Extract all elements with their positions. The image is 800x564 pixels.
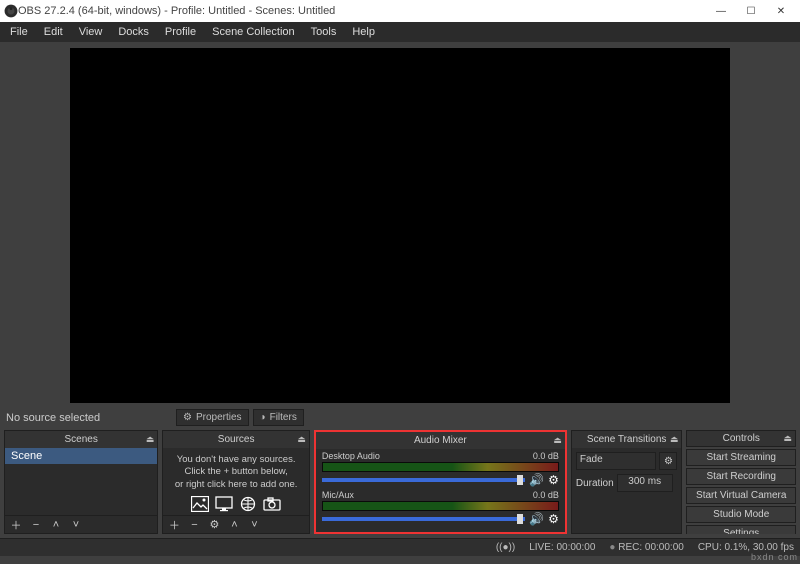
menu-tools[interactable]: Tools	[303, 24, 345, 40]
duration-input[interactable]: 300 ms	[617, 474, 673, 492]
sources-dock: Sources⏏ You don't have any sources. Cli…	[162, 430, 309, 534]
watermark: bxdn com	[751, 552, 798, 562]
obs-logo-icon	[4, 4, 18, 18]
statusbar: ((●)) LIVE: 00:00:00 ● REC: 00:00:00 CPU…	[0, 538, 800, 556]
minimize-button[interactable]: —	[706, 0, 736, 22]
audio-mixer-body: Desktop Audio 0.0 dB 🔊 ⚙ Mic/Aux 0.0 dB 🔊 …	[316, 449, 565, 532]
filter-icon: ◑	[260, 412, 266, 423]
menu-profile[interactable]: Profile	[157, 24, 204, 40]
remove-scene-button[interactable]: −	[27, 518, 45, 532]
mixer-options-icon[interactable]: ⚙	[548, 473, 559, 487]
filters-button-label: Filters	[270, 412, 297, 423]
add-scene-button[interactable]: ＋	[7, 518, 25, 532]
studio-mode-button[interactable]: Studio Mode	[686, 506, 796, 523]
controls-body: Start Streaming Start Recording Start Vi…	[686, 447, 796, 534]
menu-view[interactable]: View	[71, 24, 111, 40]
undock-icon[interactable]: ⏏	[297, 434, 306, 445]
scenes-title: Scenes⏏	[5, 431, 157, 448]
sources-hint-icons	[167, 495, 304, 513]
source-options-button[interactable]: ⚙	[205, 518, 223, 532]
mixer-source-name: Mic/Aux	[322, 490, 354, 500]
transitions-title: Scene Transitions⏏	[572, 431, 682, 448]
volume-slider[interactable]	[322, 517, 525, 521]
undock-icon[interactable]: ⏏	[784, 433, 793, 444]
close-button[interactable]: ✕	[766, 0, 796, 22]
vu-meter	[322, 462, 559, 472]
camera-icon	[262, 495, 282, 513]
undock-icon[interactable]: ⏏	[670, 434, 679, 445]
globe-icon	[238, 495, 258, 513]
transition-select[interactable]: Fade	[576, 452, 657, 470]
mixer-options-icon[interactable]: ⚙	[548, 512, 559, 526]
properties-button-label: Properties	[196, 412, 242, 423]
scene-item[interactable]: Scene	[5, 448, 157, 464]
menu-file[interactable]: File	[2, 24, 36, 40]
start-virtual-camera-button[interactable]: Start Virtual Camera	[686, 487, 796, 504]
transition-options-button[interactable]: ⚙	[659, 452, 677, 470]
menu-scene-collection[interactable]: Scene Collection	[204, 24, 303, 40]
audio-mixer-dock: Audio Mixer⏏ Desktop Audio 0.0 dB 🔊 ⚙ Mic…	[314, 430, 567, 534]
titlebar: OBS 27.2.4 (64-bit, windows) - Profile: …	[0, 0, 800, 22]
menubar: File Edit View Docks Profile Scene Colle…	[0, 22, 800, 42]
status-rec: REC: 00:00:00	[618, 542, 684, 553]
broadcast-icon: ((●))	[496, 542, 515, 553]
menu-help[interactable]: Help	[344, 24, 383, 40]
controls-title: Controls⏏	[686, 430, 796, 447]
mixer-source-name: Desktop Audio	[322, 451, 380, 461]
mixer-item: Desktop Audio 0.0 dB 🔊 ⚙	[322, 451, 559, 487]
scene-down-button[interactable]: ˅	[67, 518, 85, 532]
properties-button[interactable]: ⚙ Properties	[176, 409, 249, 426]
start-recording-button[interactable]: Start Recording	[686, 468, 796, 485]
volume-slider[interactable]	[322, 478, 525, 482]
image-icon	[190, 495, 210, 513]
no-source-label: No source selected	[6, 412, 176, 424]
undock-icon[interactable]: ⏏	[553, 435, 562, 446]
vu-meter	[322, 501, 559, 511]
record-icon: ●	[609, 542, 615, 553]
transitions-body: Fade ⚙ Duration 300 ms	[572, 448, 682, 533]
speaker-icon[interactable]: 🔊	[529, 473, 544, 487]
mixer-db-value: 0.0 dB	[533, 451, 559, 461]
maximize-button[interactable]: ☐	[736, 0, 766, 22]
scenes-list[interactable]: Scene	[5, 448, 157, 515]
remove-source-button[interactable]: −	[185, 518, 203, 532]
mixer-item: Mic/Aux 0.0 dB 🔊 ⚙	[322, 490, 559, 526]
source-up-button[interactable]: ˄	[225, 518, 243, 532]
window-controls: — ☐ ✕	[706, 0, 796, 22]
filters-button[interactable]: ◑ Filters	[253, 409, 304, 426]
sources-footer: ＋ − ⚙ ˄ ˅	[163, 515, 308, 533]
scenes-dock: Scenes⏏ Scene ＋ − ˄ ˅	[4, 430, 158, 534]
mixer-db-value: 0.0 dB	[533, 490, 559, 500]
controls-dock: Controls⏏ Start Streaming Start Recordin…	[686, 430, 796, 534]
add-source-button[interactable]: ＋	[165, 518, 183, 532]
duration-label: Duration	[576, 478, 614, 489]
gear-icon: ⚙	[183, 412, 192, 423]
menu-docks[interactable]: Docks	[110, 24, 157, 40]
source-down-button[interactable]: ˅	[245, 518, 263, 532]
status-live: LIVE: 00:00:00	[529, 542, 595, 553]
docks-row: Scenes⏏ Scene ＋ − ˄ ˅ Sources⏏ You don't…	[0, 430, 800, 538]
source-toolbar: No source selected ⚙ Properties ◑ Filters	[0, 405, 800, 430]
speaker-icon[interactable]: 🔊	[529, 512, 544, 526]
scene-up-button[interactable]: ˄	[47, 518, 65, 532]
preview-container	[0, 42, 800, 405]
sources-list[interactable]: You don't have any sources. Click the + …	[163, 448, 308, 515]
window-title: OBS 27.2.4 (64-bit, windows) - Profile: …	[18, 5, 706, 17]
settings-button[interactable]: Settings	[686, 525, 796, 534]
start-streaming-button[interactable]: Start Streaming	[686, 449, 796, 466]
menu-edit[interactable]: Edit	[36, 24, 71, 40]
undock-icon[interactable]: ⏏	[146, 434, 155, 445]
audio-mixer-title: Audio Mixer⏏	[316, 432, 565, 449]
transitions-dock: Scene Transitions⏏ Fade ⚙ Duration 300 m…	[571, 430, 683, 534]
preview-canvas[interactable]	[70, 48, 730, 403]
scenes-footer: ＋ − ˄ ˅	[5, 515, 157, 533]
sources-title: Sources⏏	[163, 431, 308, 448]
sources-empty-text: You don't have any sources. Click the + …	[163, 448, 308, 515]
display-icon	[214, 495, 234, 513]
